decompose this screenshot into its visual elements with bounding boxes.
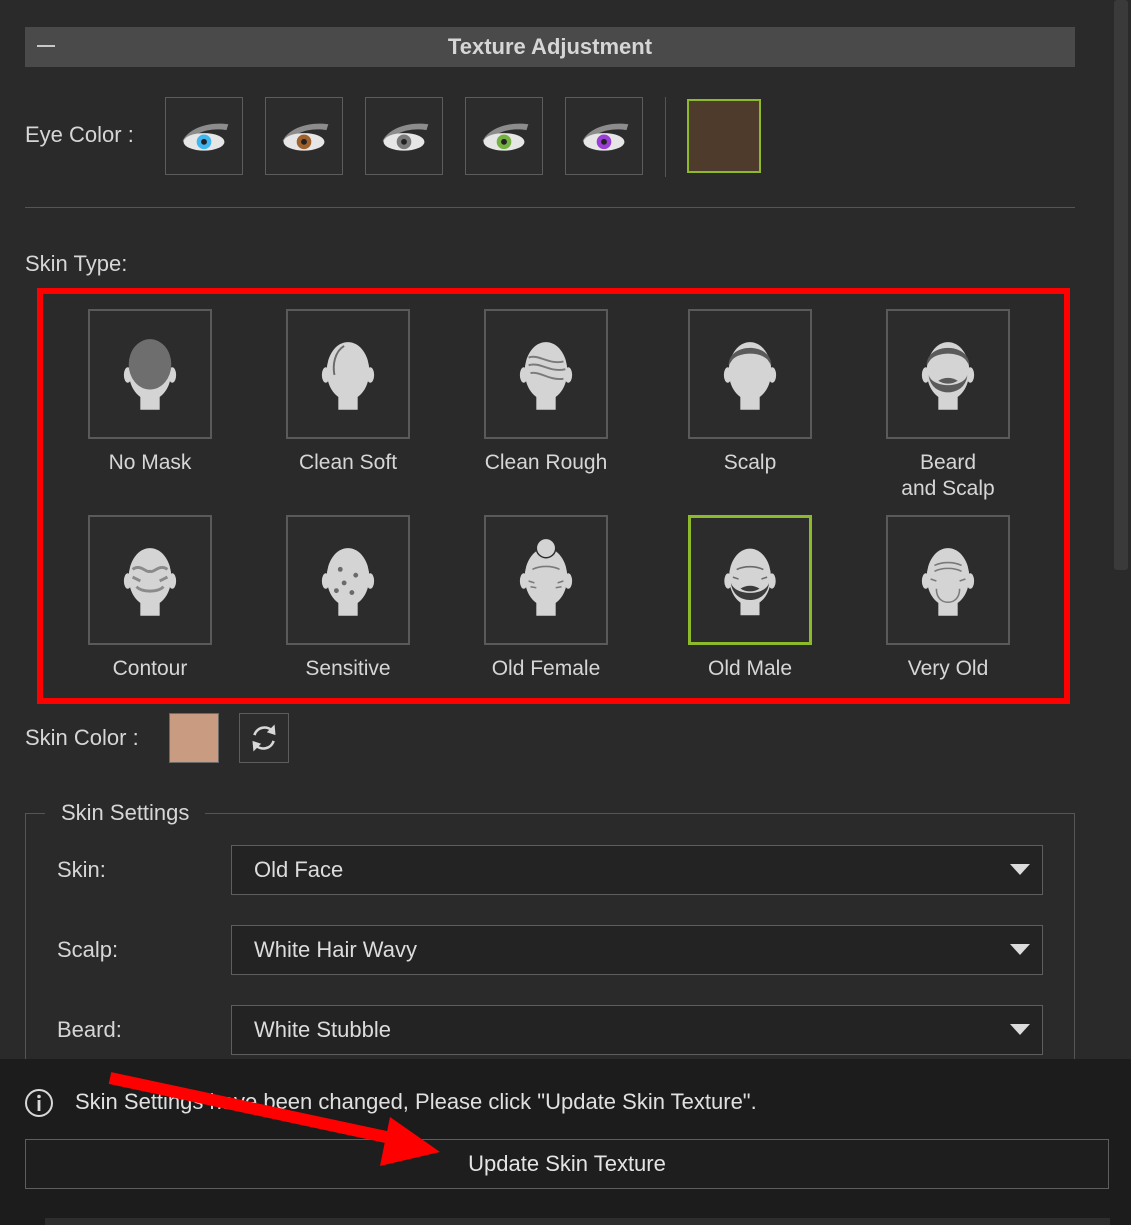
eye-color-purple-button[interactable]	[565, 97, 643, 175]
scrollbar-thumb[interactable]	[1114, 0, 1128, 570]
skin-settings-legend: Skin Settings	[45, 798, 206, 828]
head-clean-rough-icon	[519, 342, 573, 410]
eye-icon	[482, 123, 529, 151]
chevron-down-icon	[1010, 944, 1030, 955]
skin-type-contour-button[interactable]	[88, 515, 212, 645]
eye-icon	[582, 123, 629, 151]
beard-dropdown[interactable]: White Stubble	[231, 1005, 1043, 1055]
eye-icon	[382, 123, 429, 151]
skin-type-label: Beard and Scalp	[901, 451, 995, 500]
head-old-male-icon	[724, 548, 776, 616]
skin-type-label: Contour	[112, 657, 188, 680]
skin-type-old-male-button[interactable]	[688, 515, 812, 645]
skin-dropdown-value: Old Face	[254, 857, 344, 882]
eye-color-green-button[interactable]	[465, 97, 543, 175]
skin-type-label: Scalp	[723, 451, 777, 474]
skin-type-label: Old Female	[491, 657, 601, 680]
skin-color-swatch[interactable]	[169, 713, 219, 763]
eye-color-gray-button[interactable]	[365, 97, 443, 175]
beard-dropdown-value: White Stubble	[254, 1017, 391, 1042]
skin-type-clean-rough-button[interactable]	[484, 309, 608, 439]
skin-type-scalp-button[interactable]	[688, 309, 812, 439]
skin-type-beard-and-scalp-button[interactable]	[886, 309, 1010, 439]
beard-label: Beard:	[57, 1017, 122, 1042]
eye-color-label: Eye Color :	[25, 122, 134, 147]
reset-skin-color-button[interactable]	[239, 713, 289, 763]
head-sensitive-icon	[321, 548, 375, 616]
skin-type-label: Very Old	[907, 657, 989, 680]
custom-eye-color-swatch[interactable]	[687, 99, 761, 173]
skin-color-label: Skin Color :	[25, 725, 139, 750]
skin-type-very-old-button[interactable]	[886, 515, 1010, 645]
eye-icon	[182, 123, 229, 151]
info-icon	[25, 1089, 53, 1117]
chevron-down-icon	[1010, 1024, 1030, 1035]
notification-message: Skin Settings have been changed, Please …	[75, 1089, 757, 1114]
section-divider	[25, 207, 1075, 208]
head-scalp-icon	[723, 342, 777, 410]
eye-separator	[665, 97, 666, 177]
eye-color-brown-button[interactable]	[265, 97, 343, 175]
head-no-mask-icon	[123, 339, 177, 410]
eye-color-blue-button[interactable]	[165, 97, 243, 175]
update-skin-texture-button[interactable]: Update Skin Texture	[25, 1139, 1109, 1189]
head-contour-icon	[123, 548, 177, 616]
scalp-dropdown-value: White Hair Wavy	[254, 937, 417, 962]
head-clean-soft-icon	[321, 342, 375, 410]
skin-label: Skin:	[57, 857, 106, 882]
skin-type-no-mask-button[interactable]	[88, 309, 212, 439]
skin-type-label: Skin Type:	[25, 251, 128, 276]
chevron-down-icon	[1010, 864, 1030, 875]
eye-icon	[282, 123, 329, 151]
head-very-old-icon	[921, 548, 975, 616]
head-old-female-icon	[519, 537, 573, 616]
texture-adjustment-header[interactable]: Texture Adjustment	[25, 27, 1075, 67]
head-beard-scalp-icon	[921, 342, 975, 410]
skin-type-label: No Mask	[108, 451, 192, 474]
skin-type-clean-soft-button[interactable]	[286, 309, 410, 439]
refresh-icon	[252, 724, 276, 752]
scalp-dropdown[interactable]: White Hair Wavy	[231, 925, 1043, 975]
skin-type-label: Clean Soft	[298, 451, 398, 474]
skin-type-label: Old Male	[707, 657, 793, 680]
skin-dropdown[interactable]: Old Face	[231, 845, 1043, 895]
panel-title: Texture Adjustment	[447, 34, 653, 59]
skin-type-label: Clean Rough	[484, 451, 608, 474]
skin-type-old-female-button[interactable]	[484, 515, 608, 645]
scalp-label: Scalp:	[57, 937, 119, 962]
bottom-strip	[45, 1218, 1110, 1225]
skin-type-sensitive-button[interactable]	[286, 515, 410, 645]
skin-type-label: Sensitive	[305, 657, 391, 680]
